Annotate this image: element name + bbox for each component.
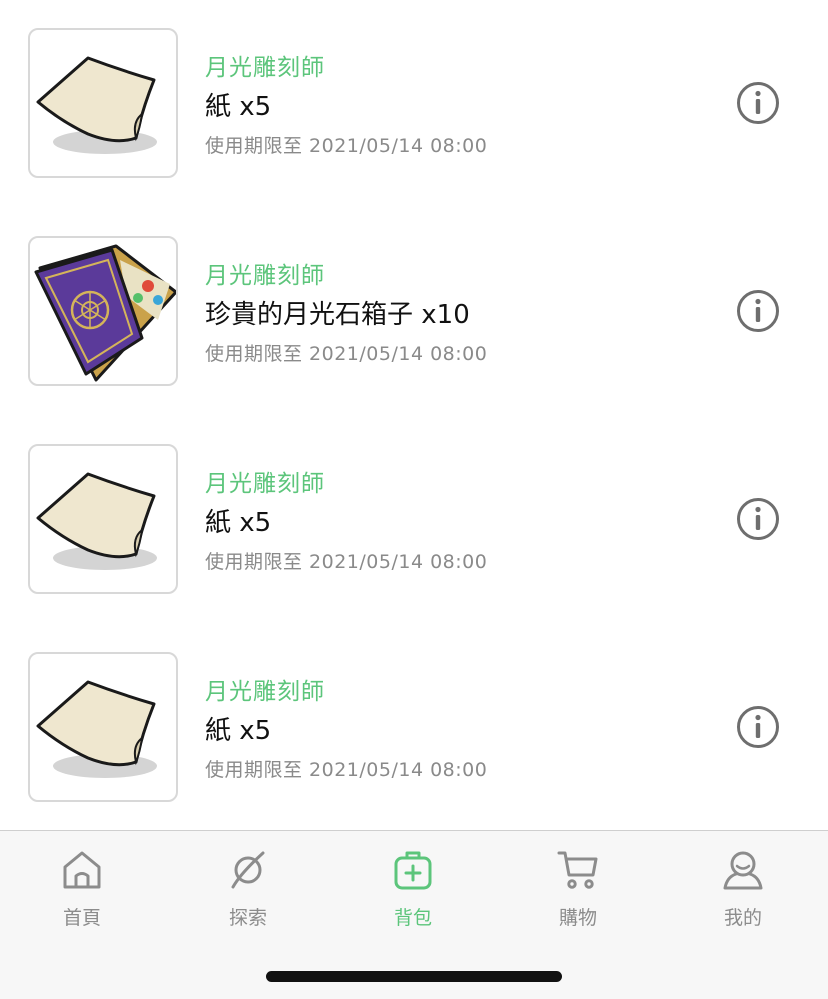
- info-icon[interactable]: [736, 289, 780, 333]
- tab-label: 首頁: [62, 907, 101, 929]
- tab-home[interactable]: 首頁: [27, 849, 137, 929]
- home-icon: [61, 849, 103, 891]
- info-icon[interactable]: [736, 81, 780, 125]
- cart-icon: [557, 849, 599, 891]
- tab-label: 背包: [393, 907, 432, 929]
- backpack-icon: [392, 849, 434, 891]
- tab-label: 購物: [558, 907, 597, 929]
- item-source: 月光雕刻師: [205, 679, 325, 705]
- item-name: 紙 x5: [205, 508, 272, 538]
- tab-explore[interactable]: 探索: [193, 849, 303, 929]
- item-name: 珍貴的月光石箱子 x10: [205, 300, 470, 330]
- home-indicator: [266, 971, 562, 982]
- item-source: 月光雕刻師: [205, 55, 325, 81]
- item-expiry: 使用期限至 2021/05/14 08:00: [205, 135, 488, 157]
- item-source: 月光雕刻師: [205, 263, 325, 289]
- profile-icon: [722, 849, 764, 891]
- tab-backpack[interactable]: 背包: [358, 849, 468, 929]
- item-expiry: 使用期限至 2021/05/14 08:00: [205, 759, 488, 781]
- item-name: 紙 x5: [205, 716, 272, 746]
- list-item[interactable]: 月光雕刻師 紙 x5 使用期限至 2021/05/14 08:00: [0, 444, 828, 596]
- info-icon[interactable]: [736, 705, 780, 749]
- list-item[interactable]: 月光雕刻師 紙 x5 使用期限至 2021/05/14 08:00: [0, 28, 828, 180]
- planet-icon: [227, 849, 269, 891]
- item-name: 紙 x5: [205, 92, 272, 122]
- list-item[interactable]: 月光雕刻師 紙 x5 使用期限至 2021/05/14 08:00: [0, 652, 828, 804]
- tab-profile[interactable]: 我的: [688, 849, 798, 929]
- tab-shopping[interactable]: 購物: [523, 849, 633, 929]
- item-source: 月光雕刻師: [205, 471, 325, 497]
- tab-label: 探索: [228, 907, 267, 929]
- paper-thumbnail: [28, 444, 178, 594]
- item-expiry: 使用期限至 2021/05/14 08:00: [205, 343, 488, 365]
- paper-thumbnail: [28, 652, 178, 802]
- moonstone-box-thumbnail: [28, 236, 178, 386]
- info-icon[interactable]: [736, 497, 780, 541]
- paper-thumbnail: [28, 28, 178, 178]
- tab-label: 我的: [723, 907, 762, 929]
- list-item[interactable]: 月光雕刻師 珍貴的月光石箱子 x10 使用期限至 2021/05/14 08:0…: [0, 236, 828, 388]
- item-expiry: 使用期限至 2021/05/14 08:00: [205, 551, 488, 573]
